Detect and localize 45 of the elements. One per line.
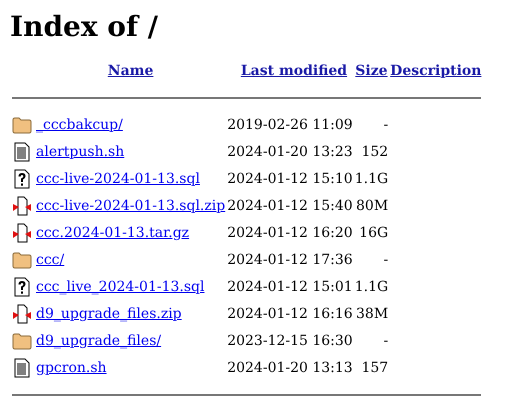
text-file-icon [12,142,32,162]
modified-date: 2024-01-20 13:23 [227,144,353,160]
file-size: 80M [356,198,388,214]
text-file-icon [12,358,32,378]
file-link[interactable]: ccc-live-2024-01-13.sql.zip [36,198,226,214]
file-link[interactable]: d9_upgrade_files/ [36,332,162,348]
file-size: - [383,332,388,348]
column-header-link[interactable]: Last modified [240,62,348,78]
column-header-link[interactable]: Size [355,62,388,78]
file-link[interactable]: ccc-live-2024-01-13.sql [36,170,200,186]
file-size: 152 [361,144,388,160]
file-size: 16G [359,224,388,240]
unknown-file-icon [12,168,32,188]
modified-date: 2024-01-12 16:16 [227,306,353,322]
file-link[interactable]: _cccbakcup/ [36,116,123,132]
compressed-file-icon [12,304,32,324]
file-size: - [383,116,388,132]
file-size: - [383,252,388,268]
modified-date: 2024-01-12 15:01 [227,278,353,294]
compressed-file-icon [12,222,32,242]
file-link[interactable]: alertpush.sh [36,144,124,160]
folder-icon [12,114,32,134]
file-link[interactable]: gpcron.sh [36,360,107,376]
file-link[interactable]: ccc/ [36,252,64,268]
folder-icon [12,330,32,350]
file-size: 38M [356,306,388,322]
modified-date: 2023-12-15 16:30 [227,332,353,348]
modified-date: 2024-01-12 16:20 [227,224,353,240]
modified-date: 2019-02-26 11:09 [227,116,353,132]
modified-date: 2024-01-12 15:40 [227,198,353,214]
file-size: 157 [361,360,388,376]
file-size: 1.1G [354,170,388,186]
file-link[interactable]: ccc_live_2024-01-13.sql [36,278,204,294]
file-size: 1.1G [354,278,388,294]
compressed-file-icon [12,196,32,216]
file-link[interactable]: ccc.2024-01-13.tar.gz [36,224,190,240]
column-header-link[interactable]: Name [108,62,154,78]
modified-date: 2024-01-20 13:13 [227,360,353,376]
column-header-link[interactable]: Description [390,62,482,78]
modified-date: 2024-01-12 15:10 [227,170,353,186]
modified-date: 2024-01-12 17:36 [227,252,353,268]
unknown-file-icon [12,276,32,296]
file-link[interactable]: d9_upgrade_files.zip [36,306,182,322]
folder-icon [12,250,32,270]
page-title: Index of / [10,10,159,43]
